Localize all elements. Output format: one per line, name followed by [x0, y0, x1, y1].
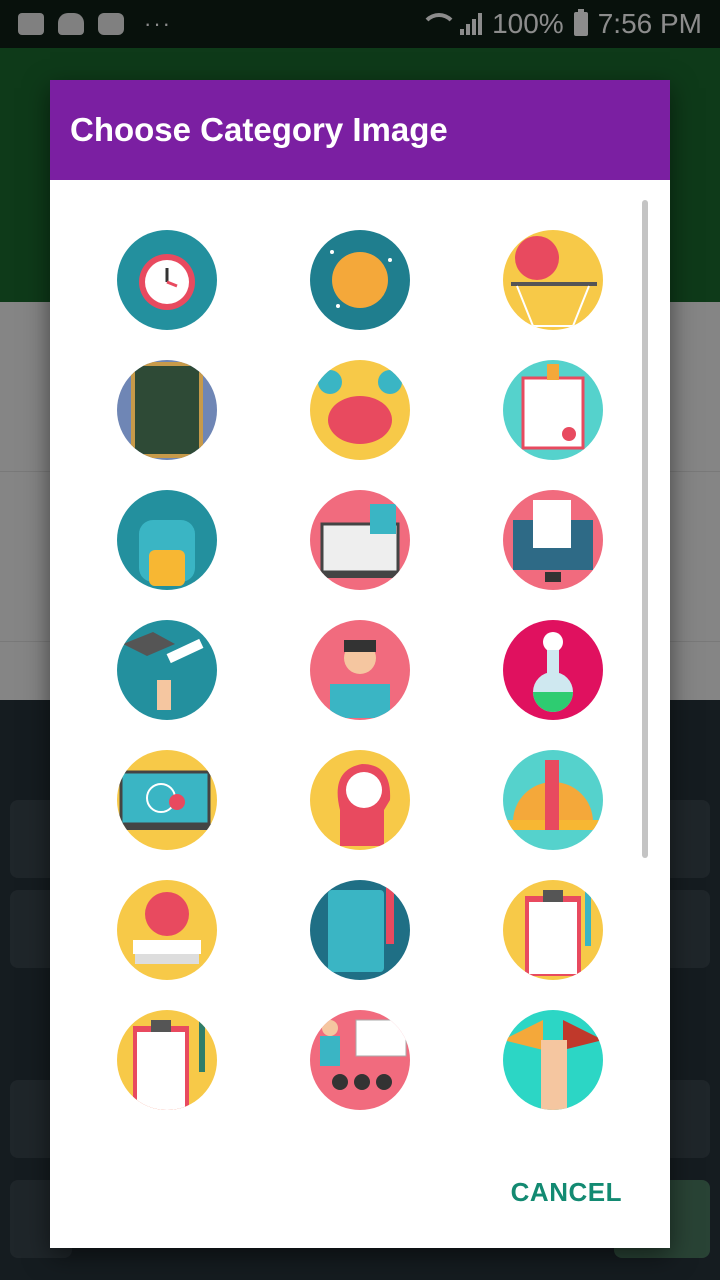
alarm-clock-icon[interactable]: [117, 230, 217, 330]
teacher-presentation-icon[interactable]: [310, 1010, 410, 1110]
chemistry-flask-icon[interactable]: [503, 620, 603, 720]
e-learning-laptop-icon[interactable]: [117, 750, 217, 850]
notebook-pencil-icon[interactable]: [310, 880, 410, 980]
scrollbar[interactable]: [642, 200, 648, 858]
certificate-icon[interactable]: [503, 360, 603, 460]
choose-category-image-dialog: Choose Category Image CANCEL: [50, 80, 670, 1248]
backpack-icon[interactable]: [117, 490, 217, 590]
clipboard-checklist-icon[interactable]: [503, 880, 603, 980]
image-grid: [50, 180, 670, 1130]
dialog-header: Choose Category Image: [50, 80, 670, 180]
reader-girl-icon[interactable]: [310, 620, 410, 720]
chalkboard-icon[interactable]: [117, 360, 217, 460]
brain-question-icon[interactable]: [310, 360, 410, 460]
raised-hands-icon[interactable]: [503, 1010, 603, 1110]
apple-books-icon[interactable]: [117, 880, 217, 980]
basketball-hoop-icon[interactable]: [503, 230, 603, 330]
graduation-cap-icon[interactable]: [117, 620, 217, 720]
dialog-title: Choose Category Image: [70, 111, 448, 148]
planet-icon[interactable]: [310, 230, 410, 330]
cancel-button[interactable]: CANCEL: [511, 1177, 622, 1208]
ruler-pencil-icon[interactable]: [503, 750, 603, 850]
computer-document-icon[interactable]: [503, 490, 603, 590]
laptop-books-icon[interactable]: [310, 490, 410, 590]
clipboard-pen-icon[interactable]: [117, 1010, 217, 1110]
mind-clock-icon[interactable]: [310, 750, 410, 850]
